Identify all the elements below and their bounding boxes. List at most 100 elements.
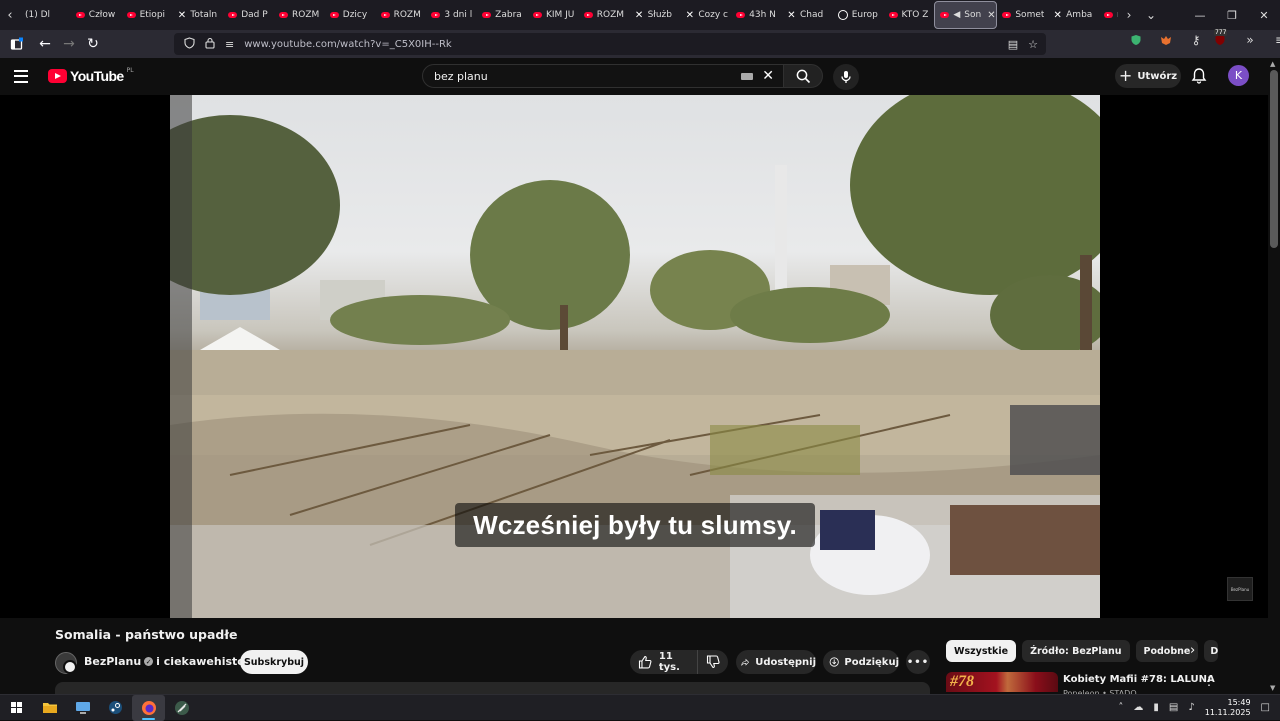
browser-tab[interactable]: Europ (833, 1, 884, 29)
notifications-icon[interactable]: □ (1261, 702, 1270, 713)
ublock-extension-icon[interactable]: 777 (1212, 29, 1228, 48)
tray-app-icon[interactable]: ▮ (1153, 702, 1159, 713)
subscribe-button[interactable]: Subskrybuj (240, 650, 308, 674)
firefox-icon[interactable] (132, 694, 165, 721)
tab-close-icon[interactable]: ✕ (987, 10, 995, 21)
back-icon[interactable]: ← (33, 32, 57, 56)
pc-app-icon[interactable] (66, 695, 99, 721)
file-explorer-icon[interactable] (33, 695, 66, 721)
search-icon (796, 69, 810, 83)
overflow-chevron-icon[interactable]: » (1242, 32, 1258, 48)
tab-scroll-left-icon[interactable]: ‹ (0, 0, 20, 30)
fox-extension-icon[interactable] (1158, 32, 1174, 48)
browser-tab[interactable]: ✕ Amba (1048, 1, 1099, 29)
onedrive-icon[interactable]: ☁ (1133, 702, 1143, 713)
more-actions-button[interactable]: ••• (906, 650, 930, 674)
notifications-bell-icon[interactable] (1190, 67, 1208, 85)
filter-chip[interactable]: Dl (1204, 640, 1219, 662)
tray-overflow-icon[interactable]: ˄ (1118, 702, 1123, 713)
search-input[interactable]: bez planu ✕ (422, 64, 784, 88)
search-button[interactable] (783, 64, 823, 88)
dislike-button[interactable] (698, 655, 728, 669)
region-code: PL (126, 66, 134, 74)
channel-name-text[interactable]: BezPlanu (84, 655, 141, 668)
voice-search-button[interactable] (833, 64, 859, 90)
filter-chips: WszystkieŹródło: BezPlanuPodobneDl (946, 640, 1219, 662)
browser-tab[interactable]: ✕ Cozy c (680, 1, 731, 29)
tab-title: KIM JU (545, 10, 575, 20)
restore-icon[interactable]: ❐ (1216, 0, 1248, 30)
account-avatar[interactable]: K (1228, 65, 1249, 86)
browser-tab[interactable]: ✕ Służb (630, 1, 681, 29)
filter-chip[interactable]: Podobne (1135, 640, 1199, 662)
extensions-puzzle-icon[interactable]: ⚷ (1188, 32, 1204, 48)
channel-name[interactable]: BezPlanu ✓ i ciekawehistorie (84, 655, 262, 668)
network-icon[interactable]: ▤ (1169, 702, 1178, 713)
tab-audio-icon[interactable]: ◀ (953, 10, 960, 20)
youtube-logo[interactable]: YouTube PL (48, 66, 134, 84)
browser-tab[interactable]: ROZM (579, 1, 630, 29)
lock-icon[interactable] (205, 37, 215, 52)
create-button[interactable]: + Utwórz (1115, 64, 1181, 88)
browser-tab[interactable]: ✕ Chad (782, 1, 833, 29)
reader-view-icon[interactable]: ▤ (1008, 38, 1018, 51)
browser-tab[interactable]: ROZM (274, 1, 325, 29)
clear-search-icon[interactable]: ✕ (762, 68, 774, 84)
chips-next-icon[interactable]: › (1190, 643, 1195, 658)
recommendation-menu-icon[interactable]: ⋮ (1203, 674, 1215, 688)
browser-tab[interactable]: KTO Z (884, 1, 935, 29)
sidebar-toggle-icon[interactable] (5, 32, 29, 56)
browser-tab[interactable]: Somet (997, 1, 1048, 29)
volume-icon[interactable]: ♪ (1188, 702, 1194, 713)
guide-menu-icon[interactable] (14, 66, 34, 86)
forward-icon[interactable]: → (57, 32, 81, 56)
keyboard-icon[interactable] (741, 73, 753, 80)
permissions-icon[interactable]: ≡ (225, 38, 234, 51)
scroll-up-icon[interactable]: ▲ (1270, 60, 1275, 68)
recommendation-thumbnail[interactable]: #78 (946, 672, 1058, 692)
browser-tab[interactable]: Dzicy (325, 1, 376, 29)
filter-chip[interactable]: Źródło: BezPlanu (1022, 640, 1130, 662)
extension-badge: 777 (1214, 29, 1228, 36)
clock[interactable]: 15:49 11.11.2025 (1205, 698, 1251, 718)
thanks-button[interactable]: Podziękuj (823, 650, 899, 674)
browser-tab[interactable]: Człow (71, 1, 122, 29)
browser-tab[interactable]: ◀ Son ✕ (934, 1, 998, 29)
browser-tab[interactable]: 3 dni l (426, 1, 477, 29)
youtube-favicon-icon (940, 12, 950, 18)
scrollbar-thumb[interactable] (1270, 70, 1278, 248)
close-window-icon[interactable]: ✕ (1248, 0, 1280, 30)
browser-tab[interactable]: Dad P (223, 1, 274, 29)
minimize-icon[interactable]: — (1184, 0, 1216, 30)
app-menu-icon[interactable]: ≡ (1272, 32, 1280, 48)
browser-tab[interactable]: (1) Dl (20, 1, 71, 29)
feather-app-icon[interactable] (165, 695, 198, 721)
scroll-down-icon[interactable]: ▼ (1270, 684, 1275, 692)
start-button[interactable] (0, 695, 33, 721)
bookmark-star-icon[interactable]: ☆ (1028, 38, 1038, 51)
tab-list-dropdown-icon[interactable]: ⌄ (1140, 0, 1162, 30)
browser-tab[interactable]: nasz (1099, 1, 1118, 29)
recommendation-title[interactable]: Kobiety Mafii #78: LALUNA (1063, 674, 1215, 685)
address-bar[interactable]: ≡ www.youtube.com/watch?v=_C5X0IH--Rk ▤ … (174, 33, 1046, 55)
vpn-extension-icon[interactable] (1128, 32, 1144, 48)
tab-title: Cozy c (698, 10, 729, 20)
url-text[interactable]: www.youtube.com/watch?v=_C5X0IH--Rk (244, 39, 452, 50)
youtube-favicon-icon (888, 12, 898, 18)
browser-tab[interactable]: KIM JU (528, 1, 579, 29)
browser-tab[interactable]: 43h N (731, 1, 782, 29)
channel-avatar[interactable] (55, 652, 77, 674)
browser-tab[interactable]: Etiopi (122, 1, 173, 29)
browser-tab[interactable]: Zabra (477, 1, 528, 29)
browser-tab[interactable]: ✕ Totaln (172, 1, 223, 29)
filter-chip[interactable]: Wszystkie (946, 640, 1017, 662)
steam-icon[interactable] (99, 695, 132, 721)
browser-tab[interactable]: ROZM (376, 1, 427, 29)
tracking-protection-icon[interactable] (184, 36, 195, 52)
channel-watermark[interactable]: BezPlanu (1227, 577, 1253, 601)
x-favicon-icon: ✕ (1053, 9, 1062, 21)
share-button[interactable]: Udostępnij (736, 650, 816, 674)
tab-scroll-right-icon[interactable]: › (1118, 0, 1140, 30)
like-button[interactable]: 11 tys. (630, 650, 698, 674)
reload-icon[interactable]: ↻ (81, 32, 105, 56)
